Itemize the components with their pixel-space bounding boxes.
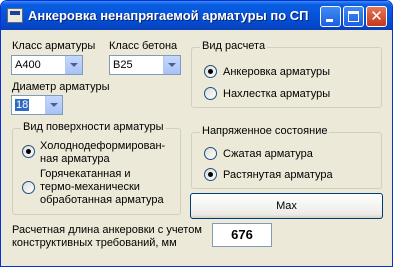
result-label-line1: Расчетная длина анкеровки с учетом: [12, 224, 202, 236]
calc-type-radio-lap[interactable]: [204, 87, 217, 100]
calc-type-radio-anchoring[interactable]: [204, 65, 217, 78]
title-bar[interactable]: Анкеровка ненапрягаемой арматуры по СП ✕: [1, 1, 392, 30]
rebar-class-select[interactable]: A400: [11, 55, 83, 75]
diameter-value: 18: [15, 99, 30, 111]
surface-type-radio-hot-rolled[interactable]: [22, 181, 35, 194]
surface-type-group-title: Вид поверхности арматуры: [21, 121, 166, 133]
minimize-icon: [326, 19, 333, 22]
calc-type-option-anchoring[interactable]: Анкеровка арматуры: [223, 66, 330, 78]
concrete-class-label: Класс бетона: [109, 40, 178, 52]
window-title: Анкеровка ненапрягаемой арматуры по СП: [28, 8, 309, 23]
calc-type-group-title: Вид расчета: [200, 40, 268, 52]
close-button[interactable]: ✕: [366, 6, 387, 27]
close-icon: ✕: [370, 7, 383, 25]
concrete-class-value: B25: [113, 59, 133, 71]
stress-state-group-title: Напряженное состояние: [200, 125, 330, 137]
surface-type-option-hot-rolled-line3: обработанная арматура: [40, 194, 164, 206]
maximize-button[interactable]: [343, 6, 364, 27]
stress-state-radio-compressed[interactable]: [204, 147, 217, 160]
surface-type-option-hot-rolled-line2: термо-механически: [40, 181, 140, 193]
calc-type-option-lap[interactable]: Нахлестка арматуры: [223, 88, 330, 100]
concrete-class-select[interactable]: B25: [109, 55, 181, 75]
minimize-button[interactable]: [320, 6, 341, 27]
surface-type-radio-cold-deformed[interactable]: [22, 145, 35, 158]
surface-type-option-cold-deformed-line2: ная арматура: [40, 153, 110, 165]
rebar-class-value: A400: [15, 59, 41, 71]
result-label: Расчетная длина анкеровки с учетом конст…: [12, 224, 202, 250]
rebar-class-dropdown-arrow-icon[interactable]: [65, 56, 82, 74]
surface-type-option-cold-deformed-line1: Холоднодеформирован-: [40, 140, 166, 152]
surface-type-option-hot-rolled-line1: Горячекатанная и: [40, 168, 131, 180]
stress-state-option-compressed[interactable]: Сжатая арматура: [223, 148, 313, 160]
result-value: 676: [212, 223, 272, 247]
app-window: Анкеровка ненапрягаемой арматуры по СП ✕…: [0, 0, 393, 267]
max-button[interactable]: Max: [190, 193, 383, 219]
rebar-class-label: Класс арматуры: [12, 40, 96, 52]
stress-state-radio-tensioned[interactable]: [204, 168, 217, 181]
concrete-class-dropdown-arrow-icon[interactable]: [163, 56, 180, 74]
surface-type-option-cold-deformed[interactable]: Холоднодеформирован- ная арматура: [40, 140, 165, 166]
surface-type-option-hot-rolled[interactable]: Горячекатанная и термо-механически обраб…: [40, 168, 164, 207]
result-label-line2: конструктивных требований, мм: [12, 237, 177, 249]
stress-state-option-tensioned[interactable]: Растянутая арматура: [223, 169, 333, 181]
diameter-dropdown-arrow-icon[interactable]: [45, 96, 62, 114]
diameter-label: Диаметр арматуры: [12, 81, 110, 93]
app-icon: [7, 8, 23, 23]
maximize-icon: [348, 11, 359, 22]
diameter-select[interactable]: 18: [11, 95, 63, 115]
